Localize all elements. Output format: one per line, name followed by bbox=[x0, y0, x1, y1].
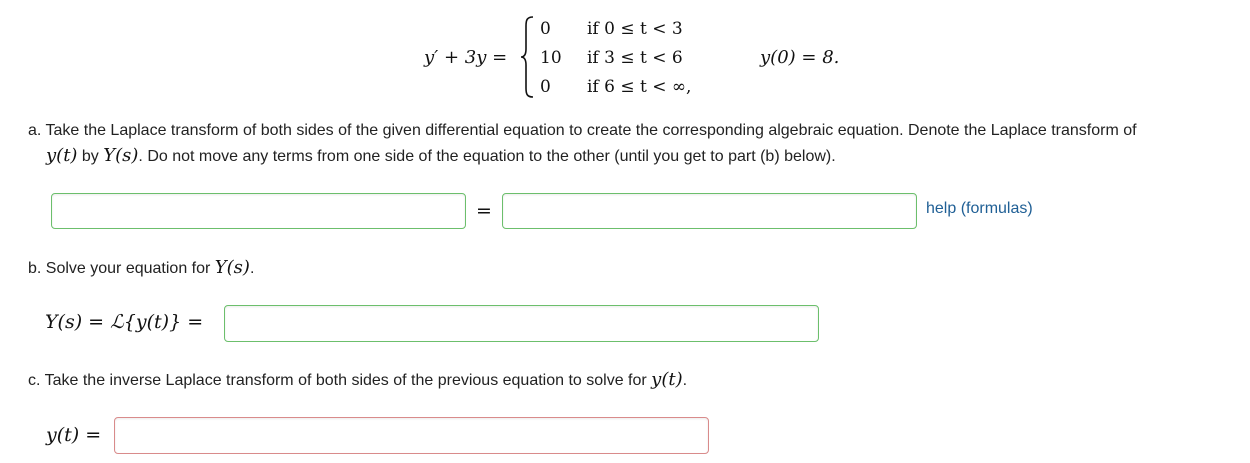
laplace-lhs-input[interactable] bbox=[51, 193, 466, 229]
part-b-period: . bbox=[249, 260, 255, 277]
case-value-3: 0 bbox=[540, 77, 551, 97]
left-brace bbox=[520, 16, 534, 98]
part-c-period: . bbox=[682, 372, 688, 389]
part-c-yt: y(t) bbox=[651, 369, 683, 390]
part-a-yt: y(t) bbox=[46, 145, 78, 166]
part-a-text-1: a. Take the Laplace transform of both si… bbox=[28, 122, 1137, 139]
case-value-2: 10 bbox=[540, 48, 562, 68]
laplace-rhs-input[interactable] bbox=[502, 193, 917, 229]
part-c-label: y(t) = bbox=[46, 424, 102, 446]
Ys-input[interactable] bbox=[224, 305, 819, 342]
equals-sign: = bbox=[476, 200, 492, 222]
part-c-instructions: c. Take the inverse Laplace transform of… bbox=[28, 367, 687, 393]
part-c-text: c. Take the inverse Laplace transform of… bbox=[28, 372, 652, 389]
part-a-Ys: Y(s) bbox=[103, 145, 139, 166]
part-a-instructions: a. Take the Laplace transform of both si… bbox=[28, 118, 1243, 169]
equation-lhs: y′ + 3y = bbox=[424, 47, 508, 68]
help-formulas-link[interactable]: help (formulas) bbox=[926, 200, 1033, 218]
case-condition-3: if 6 ≤ t < ∞, bbox=[587, 77, 692, 97]
case-condition-1: if 0 ≤ t < 3 bbox=[587, 19, 683, 39]
part-b-instructions: b. Solve your equation for Y(s). bbox=[28, 255, 254, 281]
part-b-Ys: Y(s) bbox=[214, 257, 250, 278]
part-b-label: Y(s) = ℒ{y(t)} = bbox=[45, 311, 204, 333]
yt-input[interactable] bbox=[114, 417, 709, 454]
part-b-text: b. Solve your equation for bbox=[28, 260, 215, 277]
case-value-1: 0 bbox=[540, 19, 551, 39]
part-a-text-2: . Do not move any terms from one side of… bbox=[138, 148, 836, 165]
case-condition-2: if 3 ≤ t < 6 bbox=[587, 48, 683, 68]
part-a-by: by bbox=[77, 148, 104, 165]
initial-condition: y(0) = 8. bbox=[760, 47, 840, 68]
